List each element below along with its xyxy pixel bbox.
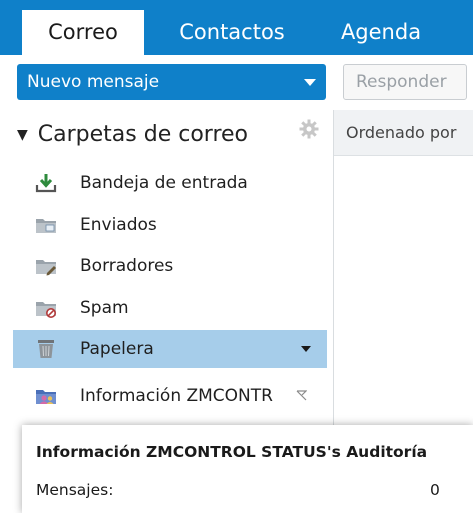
tab-agenda[interactable]: Agenda (326, 10, 436, 55)
folder-inbox[interactable]: Bandeja de entrada (13, 164, 327, 202)
folder-label: Bandeja de entrada (80, 173, 248, 193)
tooltip-messages-value: 0 (430, 481, 440, 499)
folder-sent[interactable]: Enviados (13, 206, 327, 244)
folder-shared-zmcontrol[interactable]: Información ZMCONTR (13, 377, 327, 415)
trash-icon (38, 340, 54, 358)
folder-drafts[interactable]: Borradores (13, 247, 327, 285)
mail-folders-header[interactable]: ▼ Carpetas de correo (17, 118, 248, 152)
folder-label: Papelera (80, 339, 154, 359)
tooltip-messages-label: Mensajes: (36, 481, 114, 499)
sent-icon (36, 219, 56, 233)
folder-menu-arrow-icon[interactable] (301, 346, 311, 352)
drafts-icon (36, 260, 56, 276)
mail-folders-title: Carpetas de correo (37, 122, 248, 147)
new-message-button[interactable]: Nuevo mensaje (17, 64, 326, 100)
folder-label: Enviados (80, 215, 157, 235)
spam-icon (36, 302, 56, 318)
corner-arrow-icon (296, 390, 307, 401)
folder-label: Información ZMCONTR (80, 386, 273, 406)
tab-correo[interactable]: Correo (22, 10, 144, 55)
shared-folder-icon (36, 390, 56, 404)
tab-contactos[interactable]: Contactos (162, 10, 302, 55)
reply-button[interactable]: Responder (343, 64, 467, 100)
reply-label: Responder (356, 72, 447, 92)
folder-label: Spam (80, 298, 129, 318)
folder-label: Borradores (80, 256, 174, 276)
inbox-icon (35, 174, 57, 193)
folder-info-tooltip: Información ZMCONTROL STATUS's Auditoría… (22, 425, 473, 513)
chevron-down-icon[interactable] (304, 79, 316, 86)
new-message-label: Nuevo mensaje (27, 72, 160, 92)
folder-spam[interactable]: Spam (13, 289, 327, 327)
top-navigation-bar: Correo Contactos Agenda (0, 0, 473, 55)
gear-icon[interactable] (299, 119, 319, 139)
sort-label: Ordenado por (346, 123, 457, 142)
folder-trash[interactable]: Papelera (13, 330, 327, 368)
collapse-triangle-icon[interactable]: ▼ (17, 127, 28, 143)
sort-header[interactable]: Ordenado por (334, 110, 473, 156)
tooltip-title: Información ZMCONTROL STATUS's Auditoría (36, 443, 428, 461)
